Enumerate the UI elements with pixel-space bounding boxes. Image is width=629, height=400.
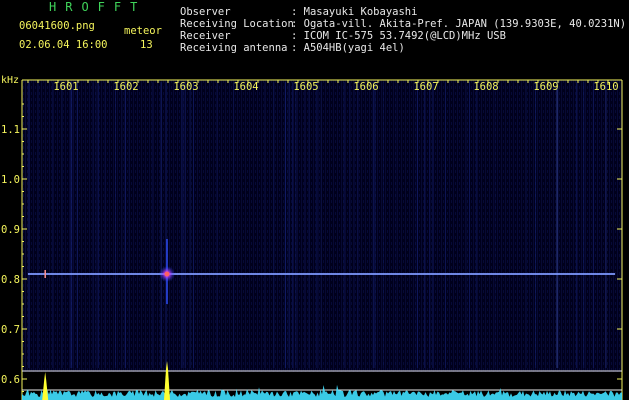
y-tick-label: 0.6 bbox=[1, 374, 20, 386]
y-axis-unit: kHz bbox=[1, 75, 19, 86]
meteor-echo-core bbox=[164, 271, 170, 277]
y-tick-label: 1.0 bbox=[1, 174, 20, 186]
x-tick-label: 1604 bbox=[233, 81, 258, 93]
x-tick-label: 1606 bbox=[353, 81, 378, 93]
y-tick-label: 0.7 bbox=[1, 324, 20, 336]
x-tick-label: 1607 bbox=[413, 81, 438, 93]
x-tick-label: 1605 bbox=[293, 81, 318, 93]
x-tick-label: 1608 bbox=[473, 81, 498, 93]
amplitude-peak bbox=[42, 372, 49, 400]
y-tick-label: 0.8 bbox=[1, 274, 20, 286]
spectrogram-field bbox=[22, 80, 622, 372]
y-tick-label: 0.9 bbox=[1, 224, 20, 236]
x-tick-label: 1601 bbox=[53, 81, 78, 93]
amplitude-spectrum bbox=[22, 384, 622, 400]
x-tick-label: 1602 bbox=[113, 81, 138, 93]
x-tick-label: 1610 bbox=[593, 81, 618, 93]
x-tick-label: 1603 bbox=[173, 81, 198, 93]
y-tick-label: 1.1 bbox=[1, 124, 20, 136]
spectrogram-plot: 1601 1602 1603 1604 1605 1606 1607 1608 1609 1610… bbox=[1, 75, 623, 400]
x-tick-label: 1609 bbox=[533, 81, 558, 93]
